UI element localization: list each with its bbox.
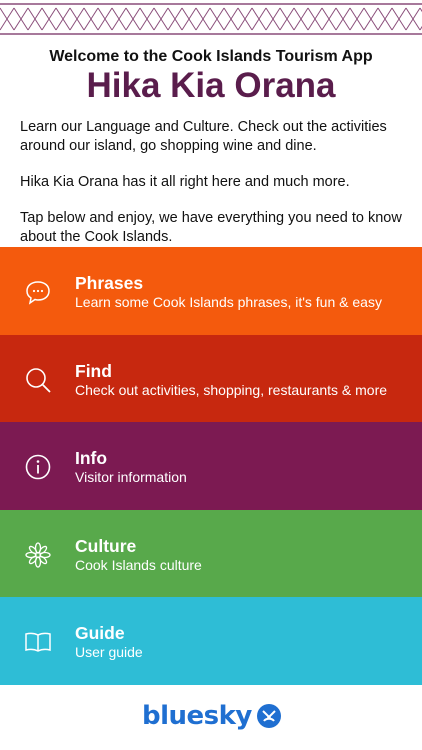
brand-wordmark: bluesky: [142, 701, 252, 731]
flower-icon: [25, 541, 51, 568]
bluesky-logo-icon: [256, 704, 281, 728]
intro-paragraph-3: Tap below and enjoy, we have everything …: [20, 210, 402, 245]
menu-item-info[interactable]: Info Visitor information: [0, 422, 422, 510]
book-icon: [25, 632, 51, 652]
search-icon: [26, 367, 51, 393]
speech-bubble-icon: [26, 281, 50, 305]
menu-item-description: User guide: [75, 644, 143, 660]
intro-text: Learn our Language and Culture. Check ou…: [20, 118, 410, 264]
footer: bluesky: [0, 685, 422, 750]
menu-item-culture[interactable]: Culture Cook Islands culture: [0, 509, 422, 597]
menu-item-label: Culture: [75, 535, 137, 556]
menu-item-label: Guide: [75, 623, 125, 643]
menu-item-description: Visitor information: [75, 469, 187, 485]
intro-paragraph-2: Hika Kia Orana has it all right here and…: [20, 174, 350, 190]
menu-item-description: Cook Islands culture: [75, 556, 202, 573]
menu-item-description: Learn some Cook Islands phrases, it's fu…: [75, 294, 382, 310]
intro-paragraph-1: Learn our Language and Culture. Check ou…: [20, 119, 387, 154]
menu-item-label: Phrases: [75, 273, 144, 293]
decorative-pattern-band: [0, 0, 422, 38]
menu-item-find[interactable]: Find Check out activities, shopping, res…: [0, 334, 422, 422]
main-menu: Phrases Learn some Cook Islands phrases,…: [0, 247, 422, 685]
welcome-heading: Welcome to the Cook Islands Tourism App: [49, 48, 373, 65]
app-title: Hika Kia Orana: [86, 66, 336, 105]
menu-item-phrases[interactable]: Phrases Learn some Cook Islands phrases,…: [0, 247, 422, 335]
brand-logo[interactable]: bluesky: [142, 701, 282, 731]
menu-item-description: Check out activities, shopping, restaura…: [75, 381, 388, 398]
menu-item-guide[interactable]: Guide User guide: [0, 597, 422, 685]
info-icon: [25, 454, 51, 480]
menu-item-label: Info: [75, 448, 108, 468]
menu-item-label: Find: [75, 360, 112, 381]
